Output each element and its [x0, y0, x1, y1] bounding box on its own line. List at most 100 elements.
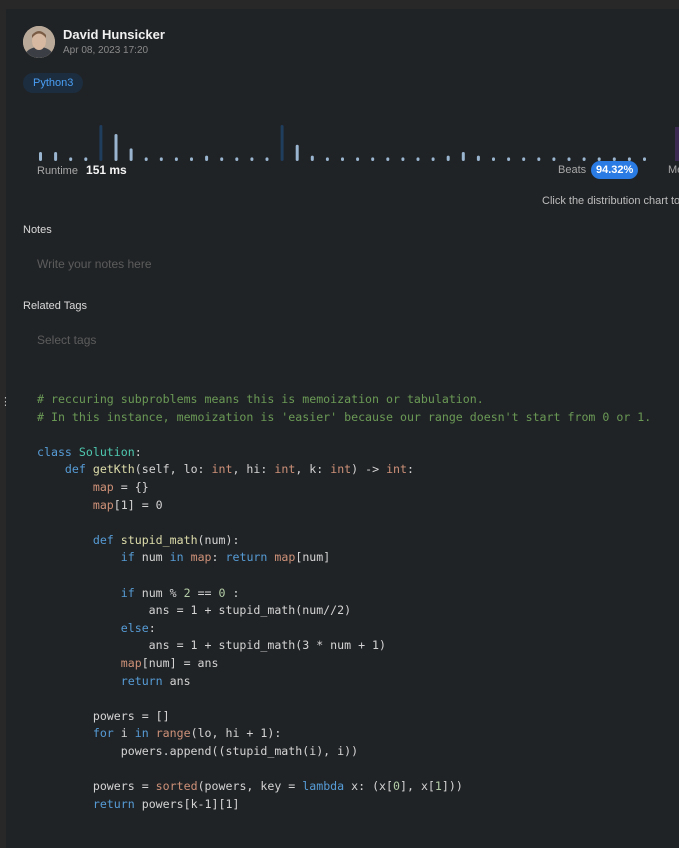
distribution-bar[interactable]	[144, 157, 148, 161]
author-name[interactable]: David Hunsicker	[63, 27, 165, 43]
code-token: in	[169, 550, 191, 565]
distribution-bar[interactable]	[537, 157, 541, 161]
author-header: David Hunsicker Apr 08, 2023 17:20	[23, 26, 165, 58]
code-token: [num]	[295, 550, 331, 565]
code-line: ans = 1 + stupid_math(num//2)	[37, 602, 651, 620]
distribution-bar-highlight[interactable]	[280, 125, 284, 161]
distribution-bar[interactable]	[250, 157, 254, 161]
runtime-row: Runtime 151 ms	[37, 163, 127, 177]
distribution-bar[interactable]	[476, 155, 480, 161]
distribution-bar[interactable]	[446, 155, 450, 161]
code-token: map	[92, 497, 114, 512]
notes-input[interactable]: Write your notes here	[37, 257, 152, 271]
distribution-bar[interactable]	[190, 157, 193, 161]
code-block[interactable]: # reccuring subproblems means this is me…	[37, 391, 651, 813]
distribution-bar[interactable]	[220, 157, 224, 161]
code-token: :	[225, 585, 240, 600]
distribution-bar[interactable]	[325, 157, 329, 161]
distribution-bar[interactable]	[84, 157, 88, 161]
code-token: else	[120, 620, 149, 635]
distribution-bar[interactable]	[431, 157, 435, 161]
distribution-bar[interactable]	[507, 157, 511, 161]
distribution-bar[interactable]	[114, 134, 118, 161]
distribution-bar[interactable]	[522, 157, 526, 161]
distribution-bar[interactable]	[416, 157, 420, 161]
code-token: ans = 1 + stupid_math(3 * num + 1)	[37, 638, 387, 653]
avatar[interactable]	[23, 26, 55, 58]
code-token: = {}	[113, 479, 149, 494]
code-token: int	[386, 462, 408, 477]
code-token: 0	[393, 779, 401, 794]
distribution-bar[interactable]	[39, 152, 42, 161]
beats-badge: 94.32%	[591, 161, 639, 179]
distribution-bar[interactable]	[582, 157, 586, 161]
memory-chart-bar[interactable]	[675, 127, 679, 161]
code-token: lambda	[302, 779, 352, 794]
runtime-distribution-chart[interactable]	[37, 117, 679, 163]
distribution-bar[interactable]	[371, 157, 375, 161]
code-token: (self, lo:	[134, 462, 212, 477]
distribution-bar[interactable]	[492, 157, 495, 161]
code-token: return	[225, 550, 275, 565]
distribution-bar[interactable]	[552, 157, 556, 161]
code-line: ans = 1 + stupid_math(3 * num + 1)	[37, 637, 651, 655]
distribution-bar[interactable]	[235, 157, 239, 161]
code-token: num %	[141, 585, 184, 600]
code-token: ]))	[441, 779, 463, 794]
distribution-bar[interactable]	[174, 157, 178, 161]
code-token: powers = []	[37, 708, 170, 723]
code-token: range	[155, 726, 191, 741]
tags-select[interactable]: Select tags	[37, 333, 96, 347]
code-line: return powers[k-1][1]	[37, 796, 651, 814]
code-token: :	[407, 462, 415, 477]
distribution-bar[interactable]	[643, 157, 646, 161]
code-token: getKth	[92, 462, 135, 477]
code-token: map	[274, 550, 296, 565]
distribution-bar[interactable]	[69, 157, 73, 161]
distribution-bar[interactable]	[205, 155, 209, 161]
code-line: map = {}	[37, 479, 651, 497]
code-token: def	[92, 532, 121, 547]
distribution-bar[interactable]	[265, 157, 269, 161]
distribution-bar[interactable]	[341, 157, 344, 161]
code-token: :	[148, 620, 156, 635]
code-line: def stupid_math(num):	[37, 532, 651, 550]
code-token: for	[92, 726, 121, 741]
code-token: :	[134, 444, 142, 459]
distribution-bar[interactable]	[386, 157, 390, 161]
distribution-bar[interactable]	[461, 152, 465, 161]
code-line: powers = sorted(powers, key = lambda x: …	[37, 778, 651, 796]
code-token: ], x[	[400, 779, 435, 794]
language-tag[interactable]: Python3	[23, 73, 84, 93]
distribution-bar[interactable]	[129, 148, 133, 161]
code-token: ) ->	[351, 462, 387, 477]
distribution-bar[interactable]	[567, 157, 571, 161]
distribution-bar[interactable]	[310, 155, 314, 161]
code-line: powers = []	[37, 708, 651, 726]
beats-label: Beats	[558, 164, 587, 176]
memory-label[interactable]: Me	[668, 164, 679, 176]
code-token: i	[120, 726, 135, 741]
distribution-bar[interactable]	[401, 157, 405, 161]
code-line: powers.append((stupid_math(i), i))	[37, 743, 651, 761]
code-line: map[1] = 0	[37, 497, 651, 515]
distribution-bar[interactable]	[54, 152, 58, 161]
distribution-bar[interactable]	[295, 144, 299, 161]
distribution-bar[interactable]	[356, 157, 360, 161]
distribution-bar-highlight[interactable]	[99, 125, 103, 161]
code-token: sorted	[155, 779, 198, 794]
code-token: return	[92, 796, 142, 811]
code-token: 2	[183, 585, 191, 600]
code-line: return ans	[37, 673, 651, 691]
code-line: if num % 2 == 0 :	[37, 585, 651, 603]
distribution-bar[interactable]	[159, 157, 163, 161]
